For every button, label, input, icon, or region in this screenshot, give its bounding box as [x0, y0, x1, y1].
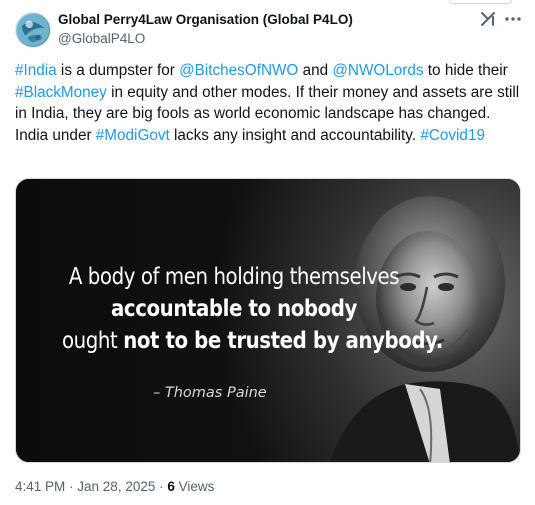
tweet-text: #India is a dumpster for @BitchesOfNWO a… [15, 60, 525, 146]
views-label: Views [174, 479, 215, 494]
tweet-text-segment: is a dumpster for [56, 62, 180, 79]
quote-line-3-b: not to be trusted by anybody. [123, 328, 443, 354]
meta-separator: · [155, 479, 168, 494]
hashtag-blackmoney[interactable]: #BlackMoney [15, 84, 107, 101]
tweet-date[interactable]: Jan 28, 2025 [77, 479, 155, 494]
top-edge-tab [449, 0, 512, 4]
tweet-meta: 4:41 PM · Jan 28, 2025 · 6 Views [15, 479, 214, 494]
tweet-text-segment: lacks any insight and accountability. [169, 126, 421, 144]
quote-line-3-a: ought [62, 328, 124, 354]
views-count: 6 [167, 479, 175, 494]
tweet-text-segment: and [298, 62, 333, 79]
quote-line-3: ought not to be trusted by anybody. [62, 325, 443, 357]
hashtag-modigovt[interactable]: #ModiGovt [96, 127, 170, 144]
image-quote: A body of men holding themselves account… [34, 261, 443, 357]
tweet-image[interactable]: A body of men holding themselves account… [15, 178, 521, 463]
tweet: Global Perry4Law Organisation (Global P4… [0, 0, 535, 505]
quote-line-1: A body of men holding themselves [68, 264, 400, 290]
globe-logo-icon [16, 13, 50, 47]
hashtag-covid19[interactable]: #Covid19 [420, 127, 485, 144]
quote-attribution: – Thomas Paine [153, 385, 267, 401]
tweet-time[interactable]: 4:41 PM [15, 479, 65, 494]
avatar[interactable] [15, 12, 51, 48]
grok-icon[interactable] [479, 10, 497, 28]
mention-bitchesofnwo[interactable]: @BitchesOfNWO [179, 62, 298, 79]
quote-line-2: accountable to nobody [111, 296, 357, 322]
tweet-text-segment: to hide their [423, 62, 508, 79]
hashtag-india[interactable]: #India [15, 62, 57, 79]
author-handle[interactable]: @GlobalP4LO [58, 31, 145, 46]
more-options-icon[interactable] [503, 10, 523, 28]
author-display-name[interactable]: Global Perry4Law Organisation (Global P4… [58, 12, 353, 27]
meta-separator: · [65, 479, 78, 494]
mention-nwolords[interactable]: @NWOLords [332, 62, 423, 79]
